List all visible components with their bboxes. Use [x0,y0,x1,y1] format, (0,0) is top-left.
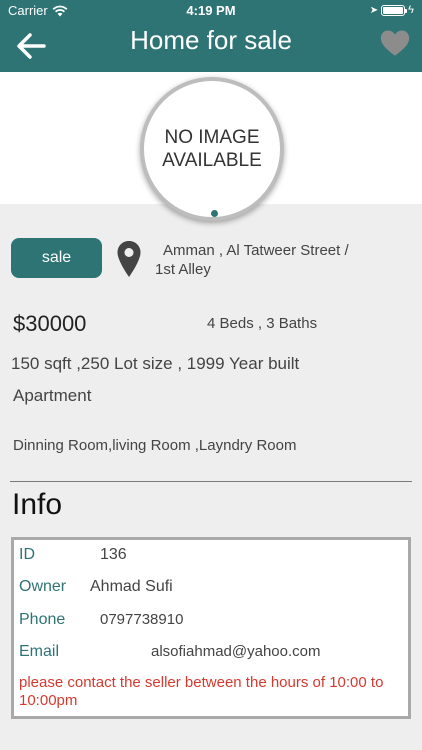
email-value[interactable]: alsofiahmad@yahoo.com [151,643,320,660]
page-title: Home for sale [130,25,292,55]
clock: 4:19 PM [186,3,236,18]
no-image-placeholder: NO IMAGE AVAILABLE [140,77,284,221]
info-row-owner: Owner Ahmad Sufi [14,578,408,600]
id-value: 136 [100,546,127,563]
info-row-phone: Phone 0797738910 [14,611,408,633]
phone-label: Phone [19,611,66,628]
address: Amman , Al Tatweer Street / 1st Alley [155,241,395,279]
address-line-2: 1st Alley [155,261,211,278]
property-sizes: 150 sqft ,250 Lot size , 1999 Year built [11,354,300,373]
status-badge-label: sale [41,249,72,266]
info-heading: Info [12,488,63,521]
price: $30000 [13,311,87,336]
owner-label: Owner [19,578,67,595]
page-indicator-dot[interactable] [211,210,218,217]
address-line-1: Amman , Al Tatweer Street / [163,242,349,259]
info-card: ID 136 Owner Ahmad Sufi Phone 0797738910… [11,537,411,719]
contact-notice: please contact the seller between the ho… [19,674,384,709]
favorite-button[interactable] [378,26,412,60]
beds-baths: 4 Beds , 3 Baths [207,315,318,332]
charging-icon: ϟ [408,4,414,16]
status-bar: Carrier 4:19 PM ➤ ϟ [0,0,422,22]
owner-value: Ahmad Sufi [90,578,173,595]
battery-icon [381,4,408,16]
status-badge: sale [11,238,102,278]
email-label: Email [19,643,60,660]
location-arrow-icon: ➤ [369,4,379,16]
id-label: ID [19,546,35,563]
heart-icon [380,30,410,56]
navigation-bar: Home for sale [0,22,422,72]
info-row-id: ID 136 [14,546,408,568]
property-type: Apartment [13,386,92,405]
no-image-text: NO IMAGE AVAILABLE [162,127,262,171]
section-divider [10,481,412,482]
info-row-email: Email alsofiahmad@yahoo.com [14,643,408,665]
room-features: Dinning Room,living Room ,Layndry Room [13,437,297,454]
image-gallery[interactable]: NO IMAGE AVAILABLE [0,72,422,221]
map-pin-icon[interactable] [116,240,142,278]
phone-value[interactable]: 0797738910 [100,611,183,628]
app-header: Carrier 4:19 PM ➤ ϟ Home for sale [0,0,422,72]
